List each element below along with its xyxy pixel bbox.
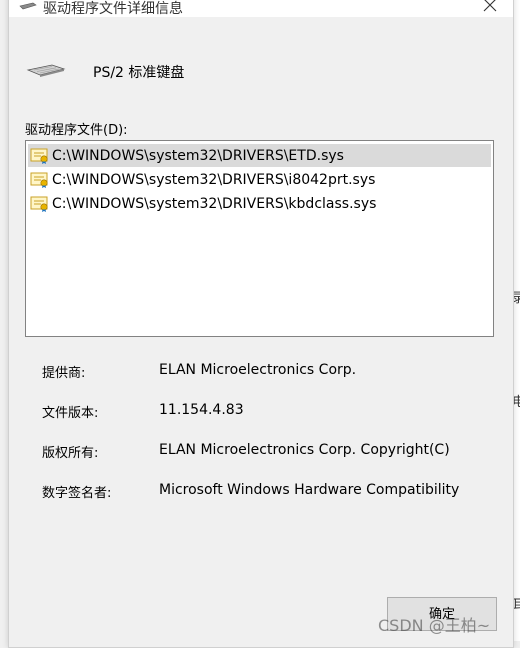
- certificate-file-icon: [30, 172, 48, 188]
- file-version-label: 文件版本:: [42, 406, 99, 421]
- file-path: C:\WINDOWS\system32\DRIVERS\kbdclass.sys: [52, 195, 377, 212]
- provider-label: 提供商:: [42, 366, 86, 381]
- watermark: CSDN @王柏~: [378, 616, 491, 635]
- provider-value: ELAN Microelectronics Corp.: [159, 362, 357, 378]
- file-path: C:\WINDOWS\system32\DRIVERS\ETD.sys: [52, 147, 344, 164]
- window-title: 驱动程序文件详细信息: [43, 1, 183, 17]
- driver-file-details-dialog: 驱动程序文件详细信息 PS/2 标准键盘 驱动程序文件(D): C:\WINDO…: [8, 0, 514, 648]
- list-item[interactable]: C:\WINDOWS\system32\DRIVERS\kbdclass.sys: [28, 192, 491, 215]
- list-item[interactable]: C:\WINDOWS\system32\DRIVERS\ETD.sys: [28, 144, 491, 167]
- digital-signer-value: Microsoft Windows Hardware Compatibility: [159, 482, 460, 498]
- copyright-value: ELAN Microelectronics Corp. Copyright(C): [159, 442, 450, 458]
- copyright-label: 版权所有:: [42, 446, 99, 461]
- certificate-file-icon: [30, 196, 48, 212]
- driver-files-label: 驱动程序文件(D):: [25, 123, 128, 138]
- file-version-value: 11.154.4.83: [159, 402, 244, 418]
- keyboard-icon: [19, 2, 37, 10]
- driver-files-list[interactable]: C:\WINDOWS\system32\DRIVERS\ETD.sys C:\W…: [25, 140, 494, 337]
- file-path: C:\WINDOWS\system32\DRIVERS\i8042prt.sys: [52, 171, 376, 188]
- digital-signer-label: 数字签名者:: [42, 486, 112, 501]
- close-button[interactable]: [475, 0, 505, 17]
- device-name: PS/2 标准键盘: [93, 65, 185, 81]
- title-bar: 驱动程序文件详细信息: [9, 0, 513, 17]
- certificate-file-icon: [30, 148, 48, 164]
- keyboard-icon: [26, 64, 66, 77]
- list-item[interactable]: C:\WINDOWS\system32\DRIVERS\i8042prt.sys: [28, 168, 491, 191]
- close-icon: [483, 0, 497, 12]
